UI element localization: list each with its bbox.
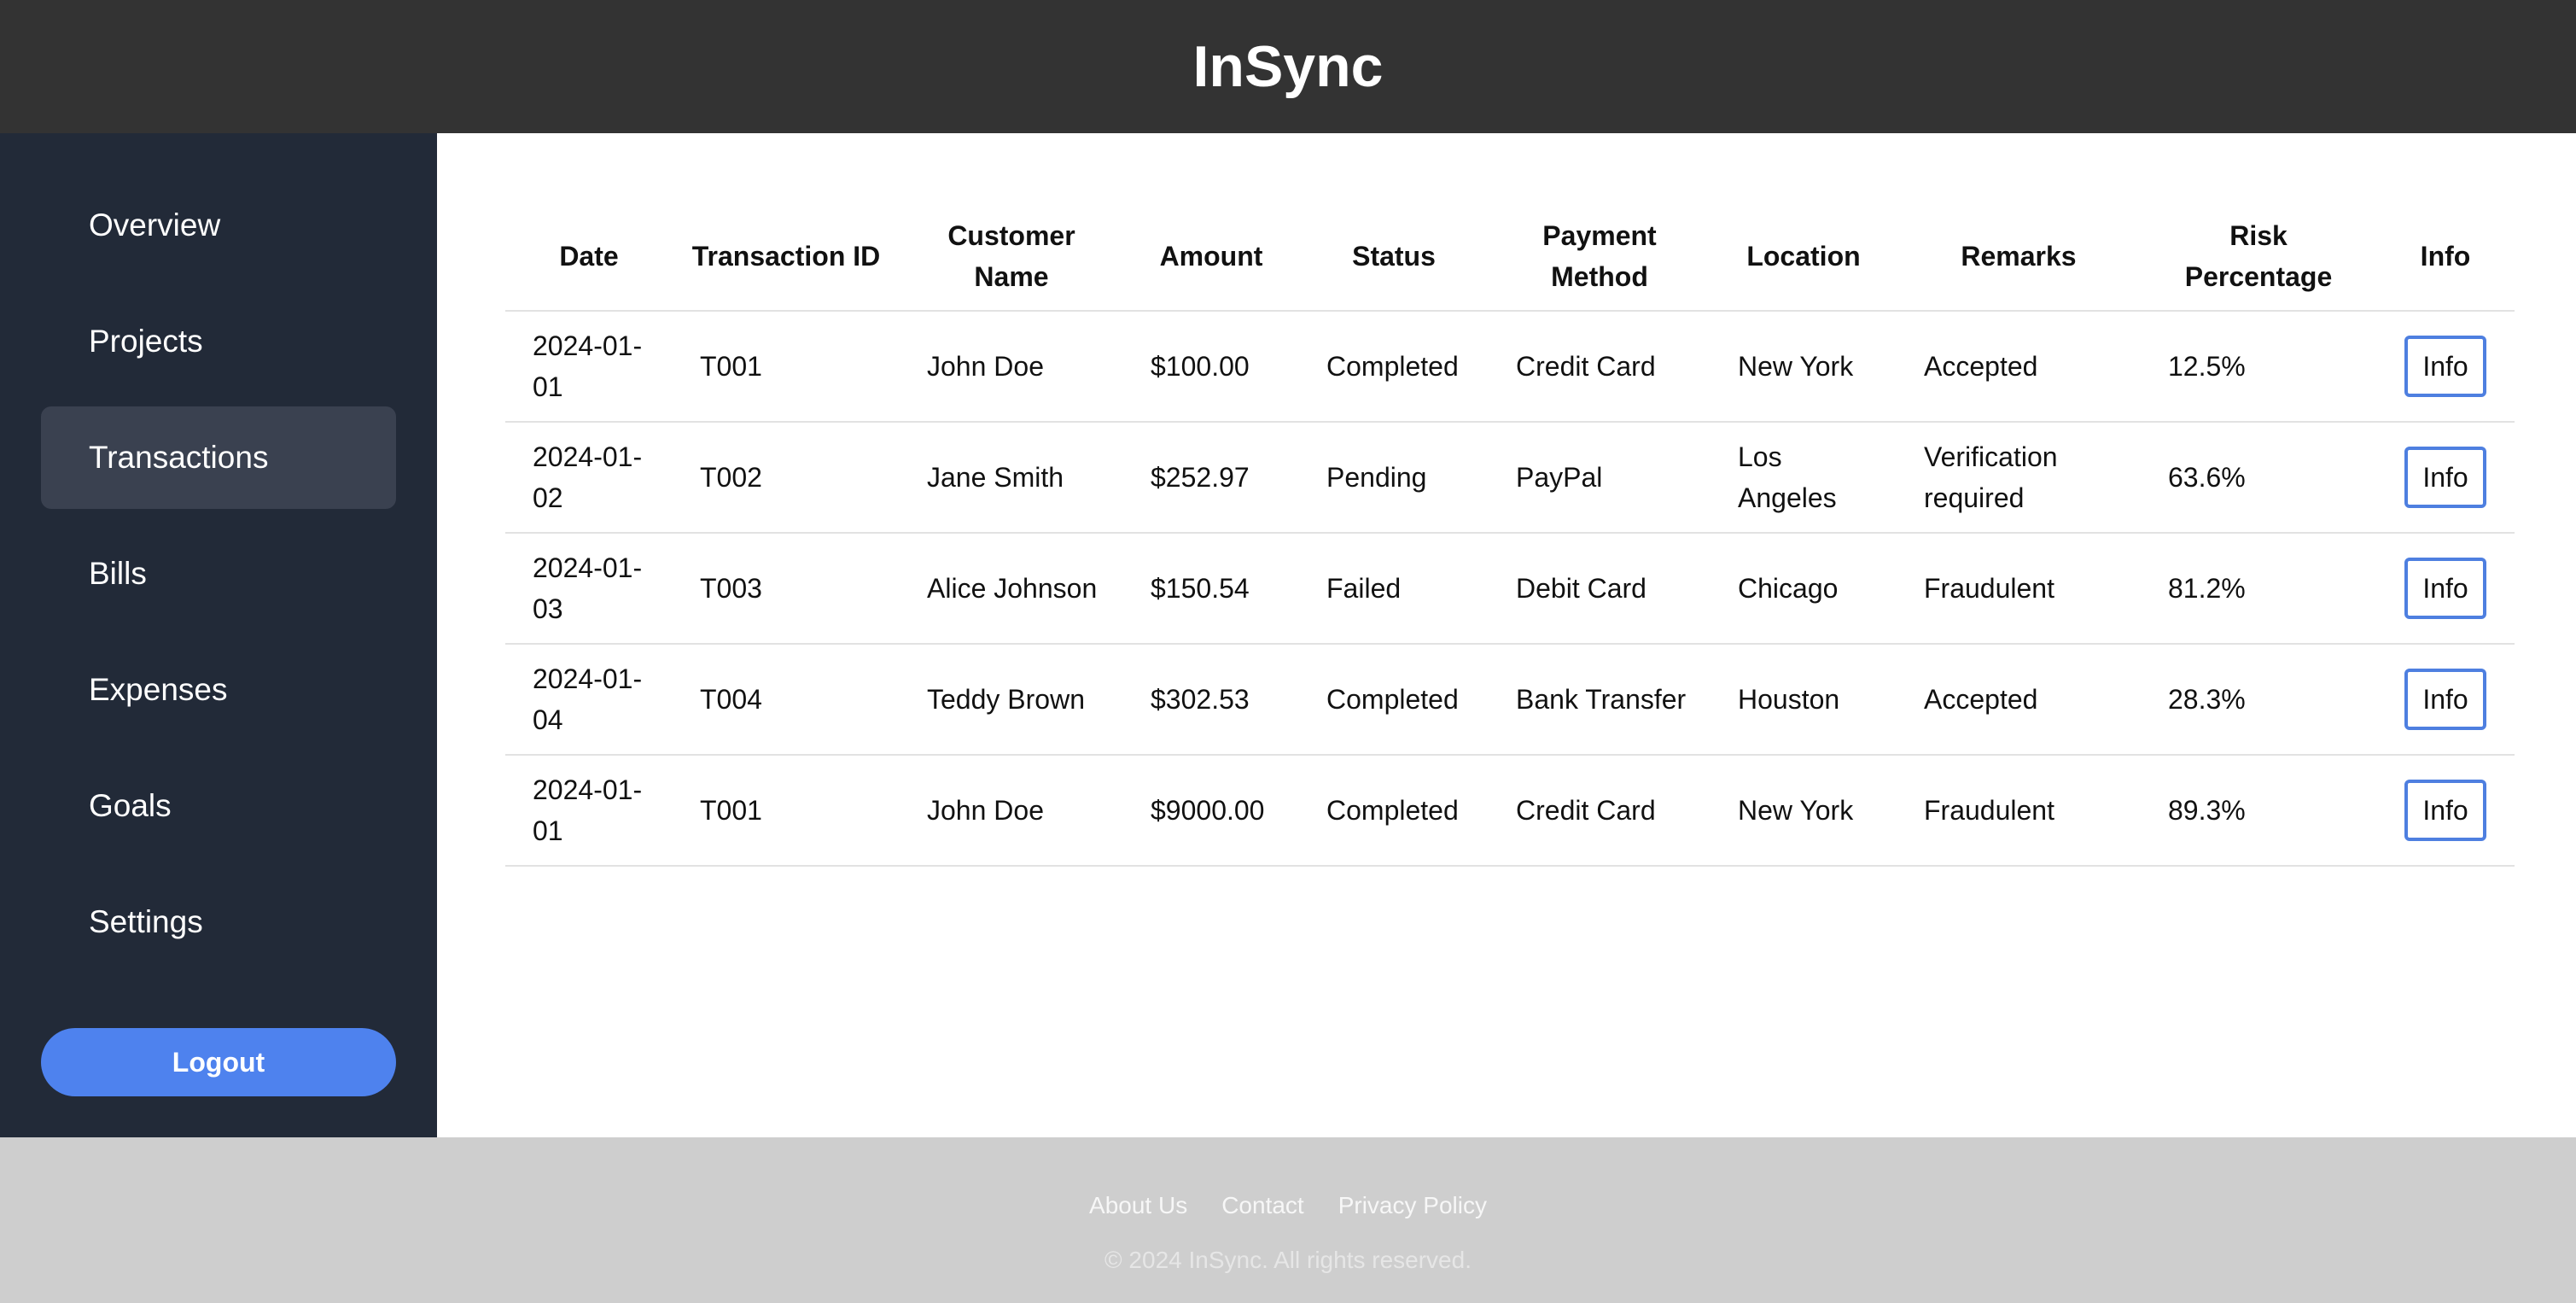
sidebar-item-bills[interactable]: Bills <box>41 523 396 625</box>
cell-location: Chicago <box>1711 533 1897 645</box>
cell-transaction-id: T002 <box>673 422 900 534</box>
cell-amount: $100.00 <box>1123 311 1299 423</box>
cell-amount: $252.97 <box>1123 422 1299 534</box>
info-button[interactable]: Info <box>2404 558 2486 619</box>
sidebar-item-expenses[interactable]: Expenses <box>41 639 396 741</box>
sidebar: Overview Projects Transactions Bills Exp… <box>0 133 437 1137</box>
column-header-info: Info <box>2376 202 2515 312</box>
sidebar-item-goals[interactable]: Goals <box>41 755 396 857</box>
footer-links: About Us Contact Privacy Policy <box>0 1192 2576 1219</box>
footer-link-about-us[interactable]: About Us <box>1089 1192 1187 1219</box>
cell-info: Info <box>2376 422 2515 534</box>
cell-remarks: Fraudulent <box>1897 533 2141 645</box>
column-header-customer-name: Customer Name <box>900 202 1123 312</box>
sidebar-item-transactions[interactable]: Transactions <box>41 406 396 509</box>
cell-info: Info <box>2376 755 2515 867</box>
info-button[interactable]: Info <box>2404 336 2486 397</box>
cell-transaction-id: T003 <box>673 533 900 645</box>
cell-remarks: Accepted <box>1897 311 2141 423</box>
column-header-transaction-id: Transaction ID <box>673 202 900 312</box>
cell-info: Info <box>2376 533 2515 645</box>
cell-transaction-id: T001 <box>673 755 900 867</box>
cell-risk-percentage: 81.2% <box>2141 533 2376 645</box>
copyright-text: © 2024 InSync. All rights reserved. <box>1104 1247 1472 1273</box>
cell-remarks: Accepted <box>1897 644 2141 756</box>
column-header-risk-percentage: Risk Percentage <box>2141 202 2376 312</box>
cell-status: Completed <box>1299 311 1489 423</box>
cell-payment-method: PayPal <box>1489 422 1711 534</box>
cell-date: 2024-01-01 <box>505 311 673 423</box>
cell-transaction-id: T004 <box>673 644 900 756</box>
column-header-location: Location <box>1711 202 1897 312</box>
cell-customer-name: Teddy Brown <box>900 644 1123 756</box>
info-button[interactable]: Info <box>2404 669 2486 730</box>
sidebar-item-projects[interactable]: Projects <box>41 290 396 393</box>
cell-amount: $9000.00 <box>1123 755 1299 867</box>
cell-payment-method: Bank Transfer <box>1489 644 1711 756</box>
cell-date: 2024-01-04 <box>505 644 673 756</box>
column-header-status: Status <box>1299 202 1489 312</box>
cell-remarks: Verification required <box>1897 422 2141 534</box>
cell-location: Los Angeles <box>1711 422 1897 534</box>
table-row: 2024-01-01 T001 John Doe $9000.00 Comple… <box>505 755 2515 867</box>
cell-customer-name: Jane Smith <box>900 422 1123 534</box>
cell-remarks: Fraudulent <box>1897 755 2141 867</box>
cell-amount: $302.53 <box>1123 644 1299 756</box>
app-header: InSync <box>0 0 2576 133</box>
column-header-payment-method: Payment Method <box>1489 202 1711 312</box>
logout-button[interactable]: Logout <box>41 1028 396 1096</box>
cell-risk-percentage: 12.5% <box>2141 311 2376 423</box>
cell-customer-name: John Doe <box>900 755 1123 867</box>
table-row: 2024-01-02 T002 Jane Smith $252.97 Pendi… <box>505 422 2515 534</box>
cell-status: Completed <box>1299 755 1489 867</box>
table-row: 2024-01-04 T004 Teddy Brown $302.53 Comp… <box>505 644 2515 756</box>
app-title: InSync <box>1192 34 1384 99</box>
cell-status: Completed <box>1299 644 1489 756</box>
footer-link-contact[interactable]: Contact <box>1221 1192 1304 1219</box>
cell-amount: $150.54 <box>1123 533 1299 645</box>
cell-payment-method: Credit Card <box>1489 311 1711 423</box>
main-content: Date Transaction ID Customer Name Amount… <box>437 133 2576 1137</box>
cell-customer-name: John Doe <box>900 311 1123 423</box>
cell-payment-method: Credit Card <box>1489 755 1711 867</box>
cell-date: 2024-01-03 <box>505 533 673 645</box>
cell-transaction-id: T001 <box>673 311 900 423</box>
cell-status: Failed <box>1299 533 1489 645</box>
column-header-remarks: Remarks <box>1897 202 2141 312</box>
cell-status: Pending <box>1299 422 1489 534</box>
cell-location: Houston <box>1711 644 1897 756</box>
cell-info: Info <box>2376 644 2515 756</box>
cell-info: Info <box>2376 311 2515 423</box>
column-header-date: Date <box>505 202 673 312</box>
cell-date: 2024-01-01 <box>505 755 673 867</box>
transactions-table: Date Transaction ID Customer Name Amount… <box>505 202 2515 867</box>
cell-risk-percentage: 89.3% <box>2141 755 2376 867</box>
cell-risk-percentage: 63.6% <box>2141 422 2376 534</box>
cell-payment-method: Debit Card <box>1489 533 1711 645</box>
cell-customer-name: Alice Johnson <box>900 533 1123 645</box>
sidebar-item-overview[interactable]: Overview <box>41 174 396 277</box>
footer-link-privacy-policy[interactable]: Privacy Policy <box>1338 1192 1487 1219</box>
sidebar-item-settings[interactable]: Settings <box>41 871 396 973</box>
column-header-amount: Amount <box>1123 202 1299 312</box>
cell-date: 2024-01-02 <box>505 422 673 534</box>
cell-location: New York <box>1711 755 1897 867</box>
info-button[interactable]: Info <box>2404 780 2486 841</box>
cell-location: New York <box>1711 311 1897 423</box>
footer: About Us Contact Privacy Policy © 2024 I… <box>0 1137 2576 1303</box>
table-row: 2024-01-03 T003 Alice Johnson $150.54 Fa… <box>505 533 2515 645</box>
table-header-row: Date Transaction ID Customer Name Amount… <box>505 202 2515 312</box>
info-button[interactable]: Info <box>2404 447 2486 508</box>
cell-risk-percentage: 28.3% <box>2141 644 2376 756</box>
table-row: 2024-01-01 T001 John Doe $100.00 Complet… <box>505 311 2515 423</box>
